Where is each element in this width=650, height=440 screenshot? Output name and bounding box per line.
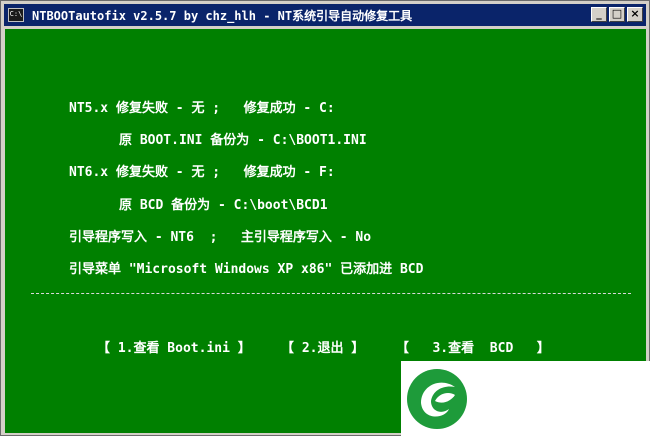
minimize-icon[interactable]: _ [591,7,607,22]
leaf-logo-icon [407,369,467,429]
console-app-icon[interactable]: C:\ [8,8,24,22]
status-line-bootini-backup: 原 BOOT.INI 备份为 - C:\BOOT1.INI [119,133,367,148]
status-line-nt5: NT5.x 修复失败 - 无 ; 修复成功 - C: [69,101,335,116]
title-bar[interactable]: C:\ NTBOOTautofix v2.5.7 by chz_hlh - NT… [4,4,646,26]
status-line-nt6: NT6.x 修复失败 - 无 ; 修复成功 - F: [69,165,335,180]
status-line-boot-menu: 引导菜单 "Microsoft Windows XP x86" 已添加进 BCD [69,262,424,277]
watermark-logo [401,361,650,436]
status-line-boot-write: 引导程序写入 - NT6 ; 主引导程序写入 - No [69,230,372,245]
exit-button[interactable]: 【 2.退出 】 [281,337,364,356]
status-line-bcd-backup: 原 BCD 备份为 - C:\boot\BCD1 [119,198,328,213]
console-divider [31,293,631,294]
close-icon[interactable]: × [627,7,643,22]
maximize-icon[interactable]: □ [609,7,625,22]
view-bcd-button[interactable]: 【 3.查看 BCD 】 [396,337,550,356]
window-title: NTBOOTautofix v2.5.7 by chz_hlh - NT系统引导… [32,8,413,23]
view-bootini-button[interactable]: 【 1.查看 Boot.ini 】 [97,337,251,356]
window-controls: _ □ × [591,7,643,22]
